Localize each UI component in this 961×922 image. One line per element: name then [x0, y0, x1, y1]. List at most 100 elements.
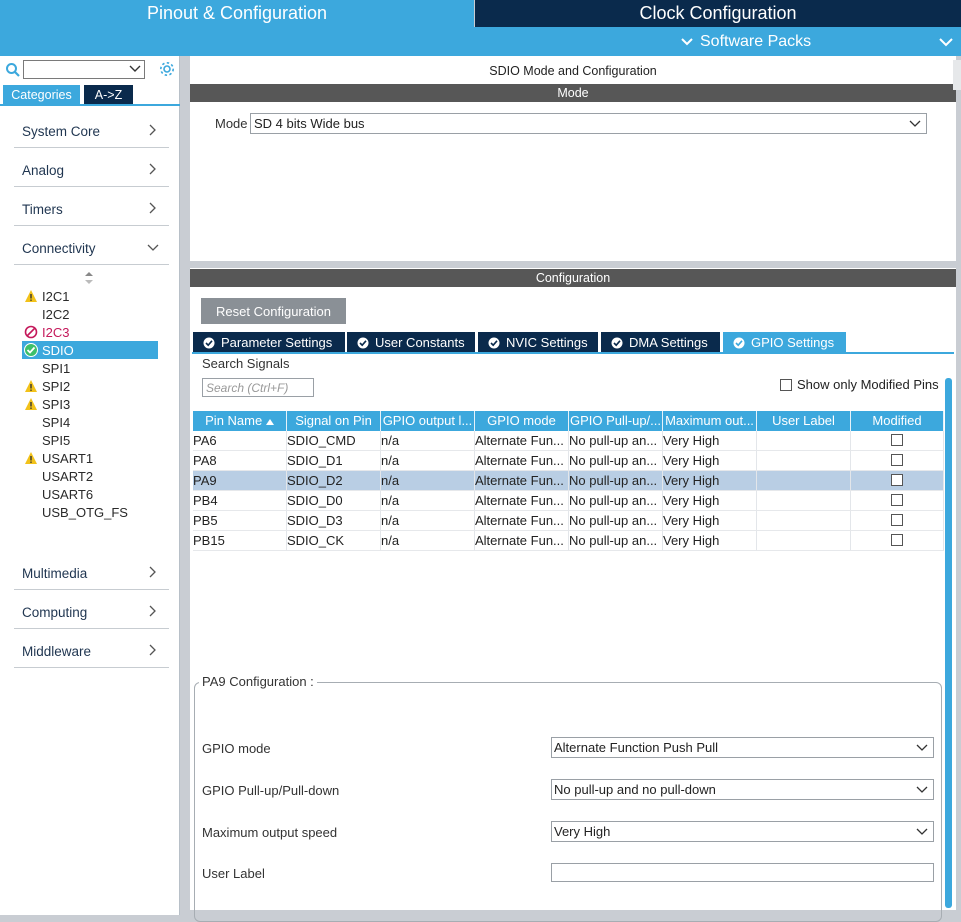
- sidebar-item-label: I2C3: [42, 324, 70, 340]
- tab-parameter-settings[interactable]: Parameter Settings: [193, 332, 345, 353]
- category-middleware[interactable]: Middleware: [14, 635, 169, 668]
- table-cell: Alternate Fun...: [475, 451, 569, 471]
- mode-panel-title: SDIO Mode and Configuration: [489, 64, 657, 78]
- table-cell: SDIO_D1: [287, 451, 381, 471]
- column-header-pull[interactable]: GPIO Pull-up/...: [569, 411, 663, 431]
- modified-checkbox[interactable]: [891, 454, 903, 466]
- table-cell: PB15: [193, 531, 287, 551]
- sidebar-item-sdio[interactable]: SDIO: [22, 341, 158, 359]
- modified-checkbox[interactable]: [891, 434, 903, 446]
- category-timers[interactable]: Timers: [14, 193, 169, 226]
- category-label: Analog: [22, 162, 65, 178]
- sidebar-item-spi3[interactable]: SPI3: [22, 395, 158, 413]
- mode-label: Mode: [215, 116, 248, 131]
- table-row[interactable]: PA8 SDIO_D1 n/a Alternate Fun... No pull-up …: [193, 451, 944, 471]
- reset-configuration-button[interactable]: Reset Configuration: [201, 298, 346, 324]
- table-cell: Very High: [663, 471, 757, 491]
- tab-dma-settings[interactable]: DMA Settings: [601, 332, 720, 353]
- column-header-user-label[interactable]: User Label: [757, 411, 851, 431]
- show-modified-checkbox[interactable]: [780, 378, 792, 391]
- category-analog[interactable]: Analog: [14, 154, 169, 187]
- collapse-chevron[interactable]: [938, 27, 954, 56]
- category-multimedia[interactable]: Multimedia: [14, 557, 169, 590]
- table-cell: n/a: [381, 471, 475, 491]
- table-row[interactable]: PA9 SDIO_D2 n/a Alternate Fun... No pull-up …: [193, 471, 944, 491]
- table-row[interactable]: PB5 SDIO_D3 n/a Alternate Fun... No pull-up …: [193, 511, 944, 531]
- sidebar-item-spi1[interactable]: SPI1: [22, 359, 158, 377]
- table-cell: No pull-up an...: [569, 471, 663, 491]
- sidebar-item-usart1[interactable]: USART1: [22, 449, 158, 467]
- sidebar-item-label: USART6: [42, 486, 94, 502]
- category-connectivity[interactable]: Connectivity: [14, 232, 169, 265]
- chevron-right-icon: [149, 566, 156, 578]
- table-cell-modified: [851, 471, 944, 491]
- category-computing[interactable]: Computing: [14, 596, 169, 629]
- sidebar-item-spi4[interactable]: SPI4: [22, 413, 158, 431]
- table-cell: [757, 511, 851, 531]
- config-scrollbar[interactable]: [945, 378, 952, 908]
- sidebar-item-label: USART1: [42, 450, 94, 466]
- table-cell: PA9: [193, 471, 287, 491]
- signal-search-input[interactable]: Search (Ctrl+F): [202, 378, 314, 397]
- mode-panel-scrollbar[interactable]: [953, 60, 961, 90]
- sidebar-item-i2c2[interactable]: I2C2: [22, 305, 158, 323]
- show-only-modified-toggle[interactable]: Show only Modified Pins: [780, 377, 939, 392]
- sidebar-item-spi2[interactable]: SPI2: [22, 377, 158, 395]
- sidebar-item-usb-otg-fs[interactable]: USB_OTG_FS: [22, 503, 158, 521]
- modified-checkbox[interactable]: [891, 474, 903, 486]
- column-header-gpio-output[interactable]: GPIO output l...: [381, 411, 475, 431]
- table-row[interactable]: PB15 SDIO_CK n/a Alternate Fun... No pull-up…: [193, 531, 944, 551]
- table-cell-modified: [851, 491, 944, 511]
- table-cell: SDIO_D2: [287, 471, 381, 491]
- table-cell: [757, 451, 851, 471]
- prohibited-icon: [24, 325, 38, 339]
- tab-gpio-settings[interactable]: GPIO Settings: [723, 332, 846, 353]
- column-header-modified[interactable]: Modified: [851, 411, 944, 431]
- column-header-signal[interactable]: Signal on Pin: [287, 411, 381, 431]
- column-header-pin-name[interactable]: Pin Name: [193, 411, 287, 431]
- tab-pinout-configuration[interactable]: Pinout & Configuration: [0, 0, 474, 27]
- sidebar-item-usart2[interactable]: USART2: [22, 467, 158, 485]
- table-cell: No pull-up an...: [569, 451, 663, 471]
- table-header-row: Pin Name Signal on Pin GPIO output l... …: [193, 411, 944, 431]
- column-header-gpio-mode[interactable]: GPIO mode: [475, 411, 569, 431]
- check-circle-icon: [611, 337, 623, 348]
- category-system-core[interactable]: System Core: [14, 115, 169, 148]
- modified-checkbox[interactable]: [891, 514, 903, 526]
- sort-icon[interactable]: [84, 272, 94, 284]
- table-cell: n/a: [381, 451, 475, 471]
- warning-icon: [25, 452, 37, 464]
- tab-label: GPIO Settings: [751, 335, 835, 350]
- tab-a-z[interactable]: A->Z: [84, 85, 133, 104]
- tab-nvic-settings[interactable]: NVIC Settings: [478, 332, 598, 353]
- category-search-input[interactable]: [23, 60, 145, 79]
- sidebar-item-label: I2C1: [42, 288, 70, 304]
- sidebar-item-i2c3[interactable]: I2C3: [22, 323, 158, 341]
- pull-up-pull-down-select[interactable]: No pull-up and no pull-down: [551, 779, 934, 800]
- software-packs-menu[interactable]: Software Packs: [680, 27, 811, 56]
- gpio-mode-select[interactable]: Alternate Function Push Pull: [551, 737, 934, 758]
- modified-checkbox[interactable]: [891, 494, 903, 506]
- category-label: Middleware: [22, 643, 92, 659]
- mode-select[interactable]: SD 4 bits Wide bus: [250, 113, 927, 134]
- gear-icon[interactable]: [158, 60, 176, 78]
- gpio-mode-label: GPIO mode: [202, 741, 271, 756]
- tab-categories[interactable]: Categories: [3, 85, 80, 104]
- modified-checkbox[interactable]: [891, 534, 903, 546]
- table-row[interactable]: PA6 SDIO_CMD n/a Alternate Fun... No pull-up…: [193, 431, 944, 451]
- sidebar-item-usart6[interactable]: USART6: [22, 485, 158, 503]
- tab-user-constants[interactable]: User Constants: [347, 332, 475, 353]
- chevron-right-icon: [149, 605, 156, 617]
- max-output-speed-select[interactable]: Very High: [551, 821, 934, 842]
- user-label-input[interactable]: [551, 863, 934, 882]
- tab-label: DMA Settings: [629, 335, 708, 350]
- table-cell: SDIO_CK: [287, 531, 381, 551]
- chevron-right-icon: [149, 124, 156, 136]
- sidebar-item-spi5[interactable]: SPI5: [22, 431, 158, 449]
- warning-icon: [25, 290, 37, 302]
- table-cell: SDIO_D3: [287, 511, 381, 531]
- tab-clock-configuration[interactable]: Clock Configuration: [475, 0, 961, 27]
- column-header-max-output[interactable]: Maximum out...: [663, 411, 757, 431]
- sidebar-item-i2c1[interactable]: I2C1: [22, 287, 158, 305]
- table-row[interactable]: PB4 SDIO_D0 n/a Alternate Fun... No pull-up …: [193, 491, 944, 511]
